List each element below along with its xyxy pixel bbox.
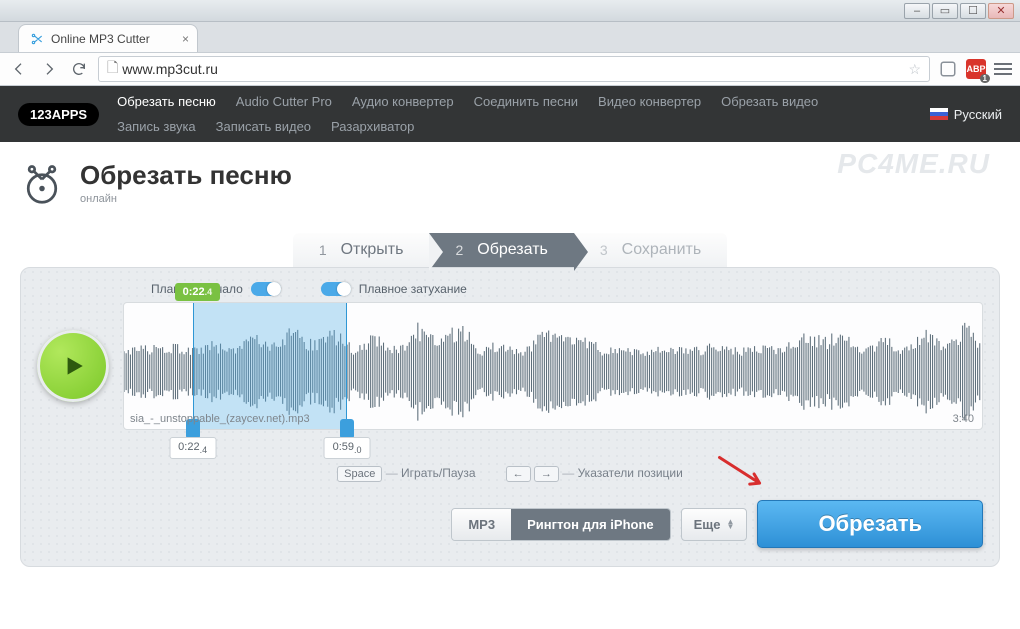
switch-icon bbox=[251, 282, 281, 296]
editor-panel: Плавное начало Плавное затухание 0:22.4 bbox=[20, 267, 1000, 567]
step-save[interactable]: 3 Сохранить bbox=[574, 233, 727, 267]
site-brand[interactable]: 123APPS bbox=[18, 103, 99, 126]
vinyl-scissors-icon bbox=[20, 161, 64, 205]
nav-link-audio-cutter-pro[interactable]: Audio Cutter Pro bbox=[236, 94, 332, 109]
format-segmented: MP3 Рингтон для iPhone bbox=[451, 508, 670, 541]
window-restore[interactable]: ▭ bbox=[932, 3, 958, 19]
key-space: Space bbox=[337, 466, 382, 482]
window-minimize[interactable]: – bbox=[904, 3, 930, 19]
waveform[interactable]: 0:22.4 0:22.4 0:59.0 sia_-_unstoppable_(… bbox=[123, 302, 983, 430]
menu-icon[interactable] bbox=[994, 63, 1012, 75]
nav-link-unarchiver[interactable]: Разархиватор bbox=[331, 119, 414, 134]
fade-out-label: Плавное затухание bbox=[359, 282, 467, 296]
key-right: → bbox=[534, 466, 559, 482]
scissors-icon bbox=[29, 31, 45, 47]
forward-button[interactable] bbox=[38, 58, 60, 80]
bookmark-icon[interactable]: ☆ bbox=[908, 61, 921, 78]
nav-link-cut-song[interactable]: Обрезать песню bbox=[117, 94, 216, 109]
site-navbar: 123APPS Обрезать песню Audio Cutter Pro … bbox=[0, 86, 1020, 142]
page-subtitle: онлайн bbox=[80, 193, 292, 205]
switch-icon bbox=[321, 282, 351, 296]
flag-ru-icon bbox=[930, 108, 948, 120]
keyboard-hints: Space — Играть/Пауза ← → — Указатели поз… bbox=[37, 466, 983, 480]
selection-region[interactable] bbox=[193, 303, 347, 429]
range-end-time: 0:59.0 bbox=[324, 437, 371, 459]
tab-title: Online MP3 Cutter bbox=[51, 32, 150, 46]
cut-button[interactable]: Обрезать bbox=[757, 500, 983, 548]
cursor-time-badge: 0:22.4 bbox=[175, 283, 221, 301]
close-icon[interactable]: × bbox=[182, 32, 189, 46]
key-left: ← bbox=[506, 466, 531, 482]
annotation-arrow-icon bbox=[711, 455, 772, 496]
reload-button[interactable] bbox=[68, 58, 90, 80]
watermark: PC4ME.RU bbox=[837, 148, 990, 180]
wizard-steps: 1 Открыть 2 Обрезать 3 Сохранить bbox=[20, 233, 1000, 267]
browser-tabbar: Online MP3 Cutter × bbox=[0, 22, 1020, 52]
language-label: Русский bbox=[954, 107, 1002, 122]
format-ringtone-button[interactable]: Рингтон для iPhone bbox=[511, 509, 670, 540]
nav-link-record-video[interactable]: Записать видео bbox=[216, 119, 311, 134]
window-close[interactable]: ✕ bbox=[988, 3, 1014, 19]
back-button[interactable] bbox=[8, 58, 30, 80]
format-mp3-button[interactable]: MP3 bbox=[452, 509, 511, 540]
nav-link-cut-video[interactable]: Обрезать видео bbox=[721, 94, 818, 109]
hint-arrows: Указатели позиции bbox=[578, 466, 683, 480]
address-bar[interactable]: 🗋 www.mp3cut.ru ☆ bbox=[98, 56, 930, 82]
window-maximize[interactable]: ☐ bbox=[960, 3, 986, 19]
range-handle-end[interactable] bbox=[340, 419, 354, 439]
nav-link-join-songs[interactable]: Соединить песни bbox=[474, 94, 578, 109]
sort-icon: ▲▼ bbox=[727, 519, 735, 529]
language-picker[interactable]: Русский bbox=[930, 107, 1002, 122]
page-title: Обрезать песню bbox=[80, 160, 292, 191]
format-more-button[interactable]: Еще ▲▼ bbox=[681, 508, 748, 541]
duration-label: 3:40 bbox=[953, 413, 974, 425]
page-content: PC4ME.RU Обрезать песню онлайн 1 Открыть… bbox=[0, 142, 1020, 629]
play-button[interactable] bbox=[37, 330, 109, 402]
step-open[interactable]: 1 Открыть bbox=[293, 233, 430, 267]
nav-link-audio-converter[interactable]: Аудио конвертер bbox=[352, 94, 454, 109]
url-text: www.mp3cut.ru bbox=[122, 61, 218, 77]
range-start-time: 0:22.4 bbox=[169, 437, 216, 459]
nav-link-record-audio[interactable]: Запись звука bbox=[117, 119, 196, 134]
browser-tab[interactable]: Online MP3 Cutter × bbox=[18, 24, 198, 52]
hint-play: Играть/Пауза bbox=[401, 466, 476, 480]
browser-toolbar: 🗋 www.mp3cut.ru ☆ ABP bbox=[0, 52, 1020, 86]
site-nav-links: Обрезать песню Audio Cutter Pro Аудио ко… bbox=[117, 94, 912, 134]
adblock-icon[interactable]: ABP bbox=[966, 59, 986, 79]
window-titlebar: – ▭ ☐ ✕ bbox=[0, 0, 1020, 22]
toggle-fade-out[interactable]: Плавное затухание bbox=[321, 282, 467, 296]
page-icon: 🗋 bbox=[107, 57, 118, 81]
nav-link-video-converter[interactable]: Видео конвертер bbox=[598, 94, 701, 109]
filename-label: sia_-_unstoppable_(zaycev.net).mp3 bbox=[130, 413, 310, 425]
step-cut[interactable]: 2 Обрезать bbox=[429, 233, 573, 267]
extension-icon[interactable] bbox=[938, 59, 958, 79]
